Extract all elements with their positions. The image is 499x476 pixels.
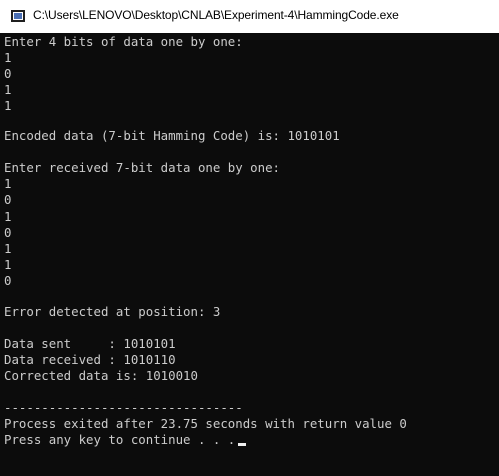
received-bit-line: 1 [4,209,12,224]
received-bit-line: 0 [4,192,12,207]
error-position-line: Error detected at position: 3 [4,304,221,319]
encoded-data-line: Encoded data (7-bit Hamming Code) is: 10… [4,128,340,143]
continue-prompt-row: Press any key to continue . . . [4,432,247,448]
input-bit-line: 1 [4,50,12,65]
prompt-data-line: Enter 4 bits of data one by one: [4,34,243,49]
process-exit-line: Process exited after 23.75 seconds with … [4,416,407,431]
corrected-data-line: Corrected data is: 1010010 [4,368,198,383]
text-cursor [238,443,247,446]
data-received-line: Data received : 1010110 [4,352,176,367]
input-bit-line: 1 [4,98,12,113]
console-output[interactable]: Enter 4 bits of data one by one: 1 0 1 1… [0,33,499,476]
input-bit-line: 1 [4,82,12,97]
window-title: C:\Users\LENOVO\Desktop\CNLAB\Experiment… [33,8,399,22]
data-sent-line: Data sent : 1010101 [4,336,176,351]
console-app-icon[interactable] [11,10,25,22]
received-bit-line: 0 [4,225,12,240]
received-bit-line: 1 [4,257,12,272]
title-bar[interactable]: C:\Users\LENOVO\Desktop\CNLAB\Experiment… [0,0,499,33]
prompt-received-line: Enter received 7-bit data one by one: [4,160,281,175]
received-bit-line: 1 [4,176,12,191]
continue-prompt-text: Press any key to continue . . . [4,432,236,447]
received-bit-line: 0 [4,273,12,288]
received-bit-line: 1 [4,241,12,256]
console-window: C:\Users\LENOVO\Desktop\CNLAB\Experiment… [0,0,499,476]
input-bit-line: 0 [4,66,12,81]
separator-line: -------------------------------- [4,400,243,415]
